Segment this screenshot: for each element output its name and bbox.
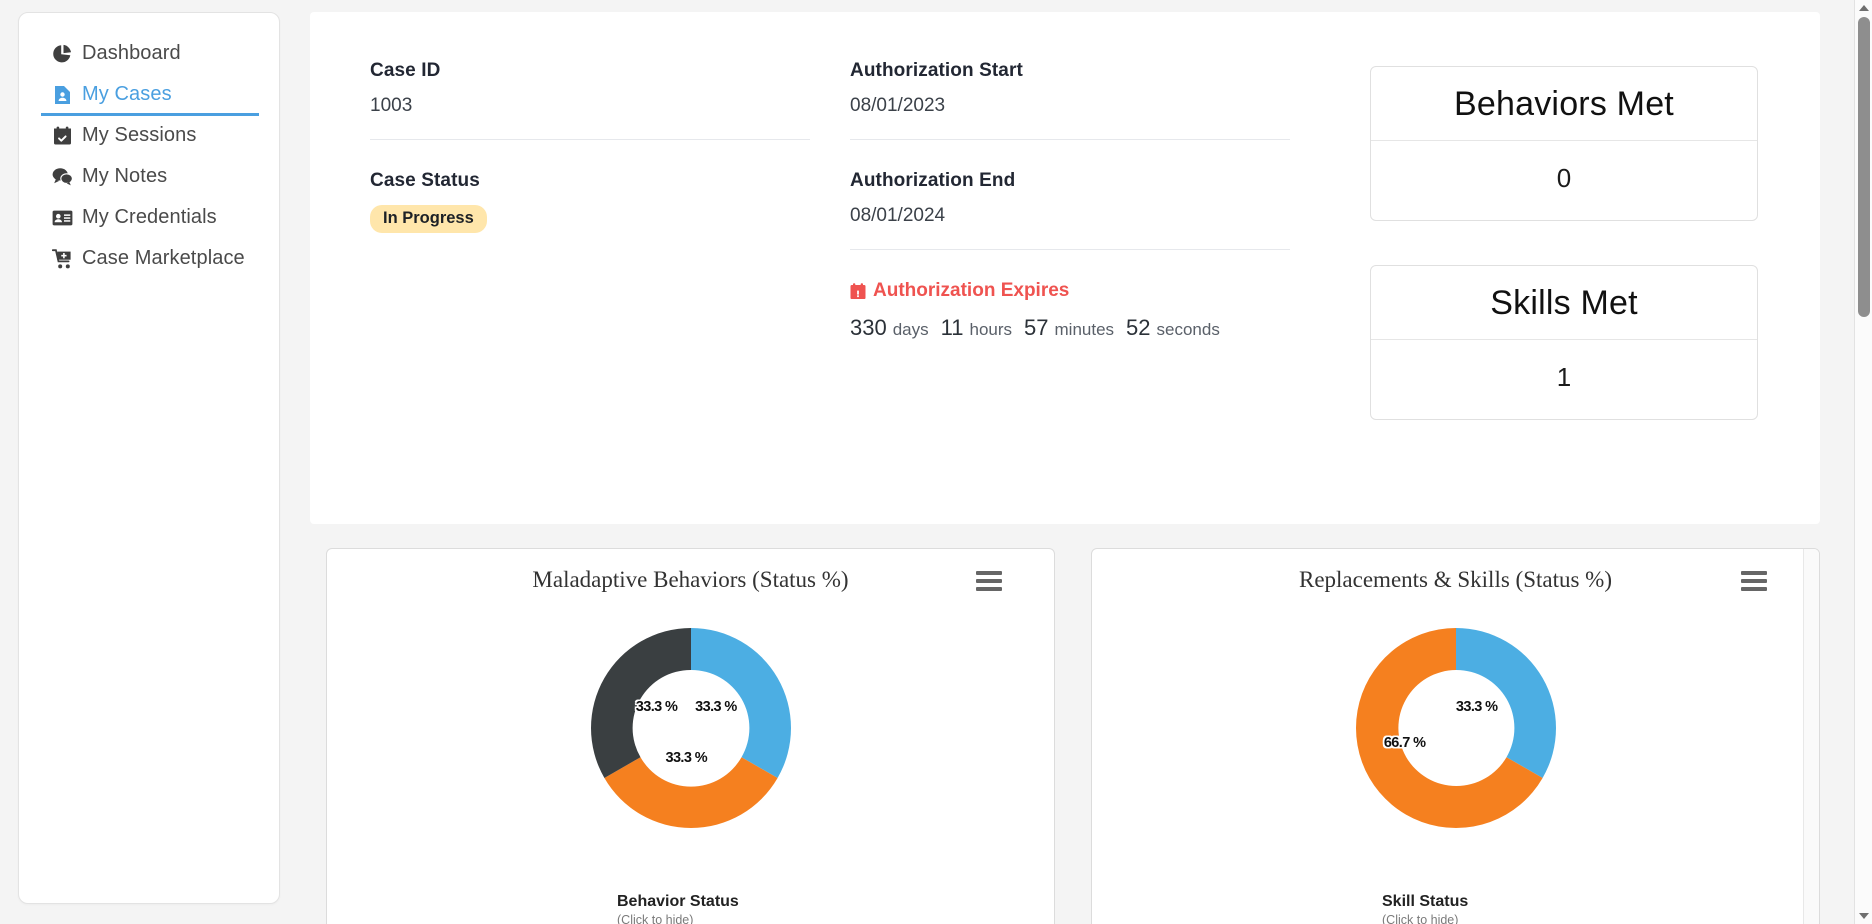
field-case-id: Case ID 1003 [370,60,810,140]
sidebar-item-dashboard[interactable]: Dashboard [19,33,279,74]
case-detail-column-left: Case ID 1003 Case Status In Progress [370,60,850,490]
shopping-cart-icon [51,248,73,270]
scrollbar-thumb[interactable] [1858,17,1870,317]
authorization-expires-label-row: Authorization Expires [850,280,1290,302]
legend-title: Skill Status [1382,893,1469,910]
countdown-hours-unit: hours [969,320,1013,339]
chart-inner-scrollbar[interactable] [1803,549,1819,924]
authorization-countdown: 330 days 11 hours 57 minutes 52 seconds [850,315,1290,341]
scroll-up-arrow-icon[interactable] [1859,5,1869,11]
authorization-end-value: 08/01/2024 [850,205,946,226]
stat-title: Skills Met [1371,266,1757,340]
sidebar-item-case-marketplace[interactable]: Case Marketplace [19,238,279,279]
countdown-seconds-value: 52 [1126,315,1151,340]
field-authorization-start: Authorization Start 08/01/2023 [850,60,1290,140]
chart-card-maladaptive-behaviors: Maladaptive Behaviors (Status %) 33.3 % … [326,548,1055,924]
chart-title: Maladaptive Behaviors (Status %) [532,567,849,592]
donut-svg [1355,628,1556,828]
sidebar-item-my-sessions[interactable]: My Sessions [19,115,279,156]
file-user-icon [51,84,73,106]
authorization-expires-label: Authorization Expires [873,280,1070,301]
slice-label-in-progress: 33.3 % [695,698,737,715]
countdown-hours-value: 11 [940,315,964,340]
field-case-status: Case Status In Progress [370,170,810,255]
sidebar-item-label: My Credentials [82,206,217,228]
page-scrollbar[interactable] [1854,0,1872,924]
authorization-start-label: Authorization Start [850,60,1023,81]
authorization-start-value: 08/01/2023 [850,95,946,116]
donut-chart-maladaptive: 33.3 % 33.3 % 33.3 % [327,613,1054,843]
slice-label-not-met: 33.3 % [665,749,708,766]
sidebar-column: Dashboard My Cases My Sessions My Notes … [0,0,280,924]
sidebar-item-my-credentials[interactable]: My Credentials [19,197,279,238]
legend-hint: (Click to hide) [1382,913,1459,924]
calendar-check-icon [51,125,73,147]
sidebar-item-my-notes[interactable]: My Notes [19,156,279,197]
chart-title: Replacements & Skills (Status %) [1298,567,1612,592]
legend-hint: (Click to hide) [617,913,694,924]
stat-title: Behaviors Met [1371,67,1757,141]
stat-value: 0 [1556,163,1572,193]
donut-svg [590,628,791,828]
chart-header: Replacements & Skills (Status %) [1092,567,1819,607]
sidebar-item-my-cases[interactable]: My Cases [19,74,279,116]
authorization-end-label: Authorization End [850,170,1016,191]
chart-card-replacements-skills: Replacements & Skills (Status %) 33.3 % … [1091,548,1820,924]
hamburger-menu-icon[interactable] [976,571,1002,591]
countdown-seconds-unit: seconds [1156,320,1220,339]
sidebar-item-label: My Sessions [82,124,197,146]
sidebar-item-label: My Cases [82,83,172,105]
countdown-minutes-unit: minutes [1054,320,1115,339]
countdown-minutes-value: 57 [1024,315,1049,340]
charts-row: Maladaptive Behaviors (Status %) 33.3 % … [310,524,1820,924]
comments-icon [51,166,73,188]
sidebar-nav: Dashboard My Cases My Sessions My Notes … [18,12,280,904]
case-detail-column-middle: Authorization Start 08/01/2023 Authoriza… [850,60,1330,490]
field-authorization-end: Authorization End 08/01/2024 [850,170,1290,250]
case-detail-column-right: Behaviors Met 0 Skills Met 1 [1330,60,1760,490]
sidebar-item-label: Case Marketplace [82,247,245,269]
chart-legend-skill-status: Skill Status (Click to hide) Met Not Sta… [1382,893,1569,924]
field-authorization-expires: Authorization Expires 330 days 11 hours … [850,280,1290,363]
main-content: Case ID 1003 Case Status In Progress Aut… [280,0,1872,924]
chart-header: Maladaptive Behaviors (Status %) [327,567,1054,607]
sidebar-item-label: Dashboard [82,42,181,64]
calendar-alert-icon [850,282,866,300]
case-id-label: Case ID [370,60,441,81]
stat-card-behaviors-met: Behaviors Met 0 [1370,66,1758,221]
sidebar-item-label: My Notes [82,165,168,187]
hamburger-menu-icon[interactable] [1741,571,1767,591]
id-card-icon [51,207,73,229]
slice-label-not-started: 33.3 % [635,698,678,715]
status-badge: In Progress [370,205,487,233]
pie-chart-icon [51,43,73,65]
countdown-days-value: 330 [850,315,887,340]
chart-legend-behavior-status: Behavior Status (Click to hide) In Progr… [617,893,973,924]
countdown-days-unit: days [892,320,929,339]
slice-label-met: 33.3 % [1455,698,1498,715]
stat-card-skills-met: Skills Met 1 [1370,265,1758,420]
legend-title: Behavior Status [617,893,739,910]
case-status-label: Case Status [370,170,480,191]
slice-label-not-started: 66.7 % [1383,734,1426,751]
slice-not-met [603,757,778,828]
case-detail-panel: Case ID 1003 Case Status In Progress Aut… [310,12,1820,524]
donut-chart-skills: 33.3 % 66.7 % [1092,613,1819,843]
app-viewport: Dashboard My Cases My Sessions My Notes … [0,0,1872,924]
stat-value: 1 [1556,362,1572,392]
scroll-down-arrow-icon[interactable] [1859,913,1869,919]
case-id-value: 1003 [370,95,413,116]
